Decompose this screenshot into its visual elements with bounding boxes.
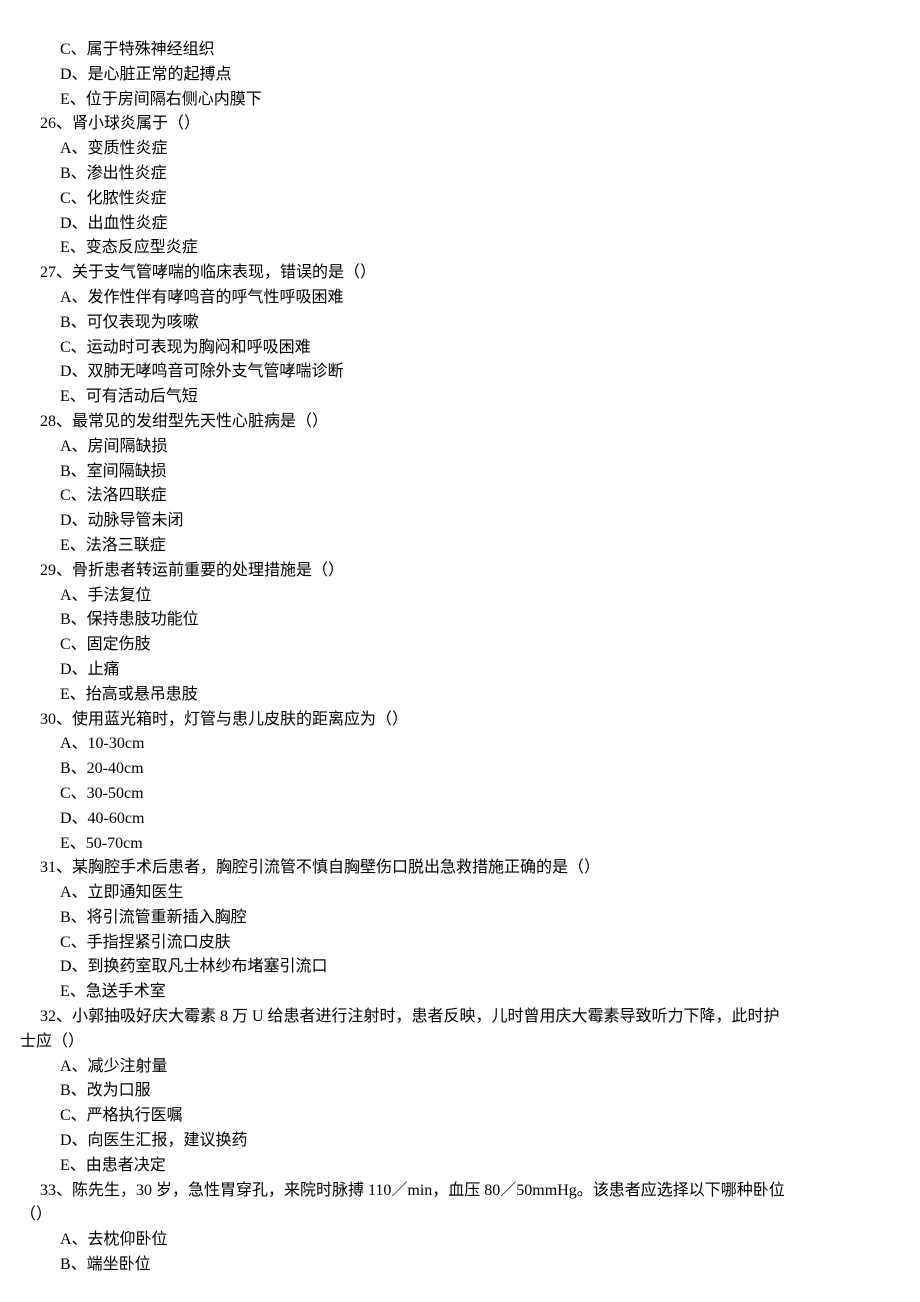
option-line: B、将引流管重新插入胸腔	[20, 906, 900, 931]
option-line: C、手指捏紧引流口皮肤	[20, 931, 900, 956]
option-line: A、去枕仰卧位	[20, 1228, 900, 1253]
option-line: D、止痛	[20, 658, 900, 683]
option-line: A、房间隔缺损	[20, 435, 900, 460]
question-line: 27、关于支气管哮喘的临床表现，错误的是（）	[20, 261, 900, 286]
option-line: A、手法复位	[20, 584, 900, 609]
option-line: A、变质性炎症	[20, 137, 900, 162]
option-line: E、由患者决定	[20, 1154, 900, 1179]
option-line: D、到换药室取凡士林纱布堵塞引流口	[20, 955, 900, 980]
option-line: B、改为口服	[20, 1079, 900, 1104]
question-line: 28、最常见的发绀型先天性心脏病是（）	[20, 410, 900, 435]
option-line: C、法洛四联症	[20, 484, 900, 509]
option-line: C、运动时可表现为胸闷和呼吸困难	[20, 336, 900, 361]
question-line: 32、小郭抽吸好庆大霉素 8 万 U 给患者进行注射时，患者反映，儿时曾用庆大霉…	[20, 1005, 900, 1030]
question-line: 33、陈先生，30 岁，急性胃穿孔，来院时脉搏 110／min，血压 80／50…	[20, 1179, 900, 1204]
option-line: C、固定伤肢	[20, 633, 900, 658]
option-line: C、30-50cm	[20, 782, 900, 807]
option-line: E、抬高或悬吊患肢	[20, 683, 900, 708]
option-line: A、立即通知医生	[20, 881, 900, 906]
option-line: D、双肺无哮鸣音可除外支气管哮喘诊断	[20, 360, 900, 385]
option-line: D、40-60cm	[20, 807, 900, 832]
option-line: E、50-70cm	[20, 832, 900, 857]
option-line: B、可仅表现为咳嗽	[20, 311, 900, 336]
option-line: B、室间隔缺损	[20, 460, 900, 485]
option-line: C、化脓性炎症	[20, 187, 900, 212]
question-line: 31、某胸腔手术后患者，胸腔引流管不慎自胸壁伤口脱出急救措施正确的是（）	[20, 856, 900, 881]
option-line: E、位于房间隔右侧心内膜下	[20, 88, 900, 113]
document-body: C、属于特殊神经组织D、是心脏正常的起搏点E、位于房间隔右侧心内膜下26、肾小球…	[20, 38, 900, 1278]
option-line: D、出血性炎症	[20, 212, 900, 237]
option-line: B、20-40cm	[20, 757, 900, 782]
option-line: B、端坐卧位	[20, 1253, 900, 1278]
option-line: B、渗出性炎症	[20, 162, 900, 187]
question-line: 26、肾小球炎属于（）	[20, 112, 900, 137]
option-line: D、是心脏正常的起搏点	[20, 63, 900, 88]
wrap-line: 士应（）	[20, 1030, 900, 1055]
option-line: B、保持患肢功能位	[20, 608, 900, 633]
wrap-line: （）	[20, 1203, 900, 1228]
option-line: E、急送手术室	[20, 980, 900, 1005]
option-line: E、可有活动后气短	[20, 385, 900, 410]
option-line: A、10-30cm	[20, 732, 900, 757]
question-line: 29、骨折患者转运前重要的处理措施是（）	[20, 559, 900, 584]
question-line: 30、使用蓝光箱时，灯管与患儿皮肤的距离应为（）	[20, 708, 900, 733]
option-line: D、向医生汇报，建议换药	[20, 1129, 900, 1154]
option-line: E、变态反应型炎症	[20, 236, 900, 261]
option-line: A、发作性伴有哮鸣音的呼气性呼吸困难	[20, 286, 900, 311]
option-line: D、动脉导管未闭	[20, 509, 900, 534]
option-line: C、属于特殊神经组织	[20, 38, 900, 63]
option-line: A、减少注射量	[20, 1055, 900, 1080]
option-line: E、法洛三联症	[20, 534, 900, 559]
option-line: C、严格执行医嘱	[20, 1104, 900, 1129]
